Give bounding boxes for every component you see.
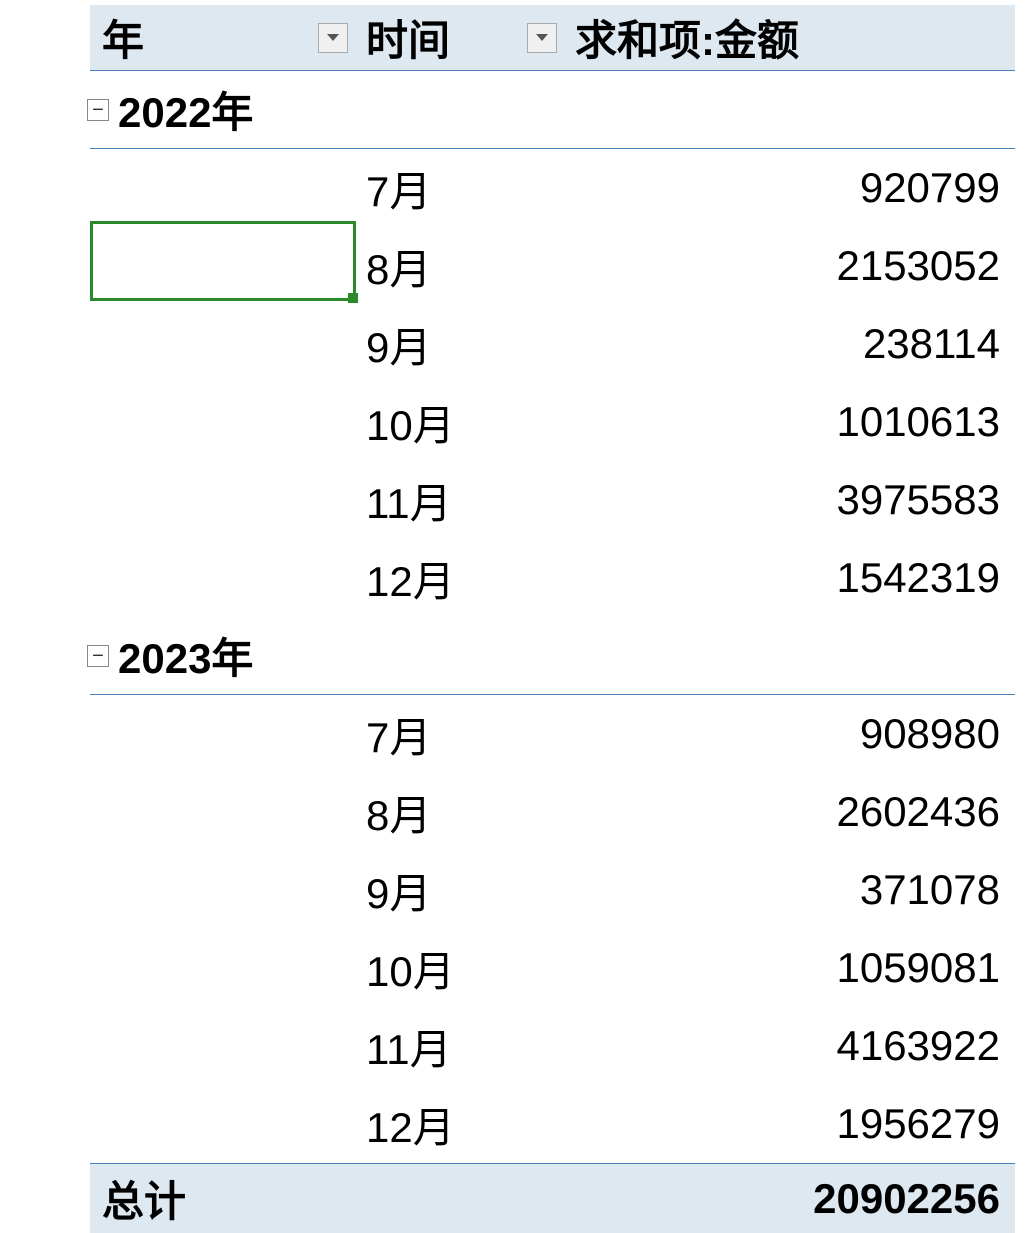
time-cell[interactable]: 11月 (356, 1016, 565, 1077)
value-cell[interactable]: 1956279 (565, 1100, 1015, 1148)
total-label: 总计 (90, 1168, 565, 1229)
time-cell[interactable]: 12月 (356, 548, 565, 609)
table-row[interactable]: 8月 2602436 (90, 773, 1015, 851)
table-row[interactable]: 8月 2153052 (90, 227, 1015, 305)
table-row[interactable]: 7月 908980 (90, 695, 1015, 773)
time-cell[interactable]: 9月 (356, 860, 565, 921)
pivot-table: 年 时间 求和项:金额 − 2022年 7月 920799 8月 2153052… (90, 5, 1015, 1233)
collapse-icon[interactable]: − (87, 99, 109, 121)
time-cell[interactable]: 10月 (356, 392, 565, 453)
value-cell[interactable]: 1010613 (565, 398, 1015, 446)
table-row[interactable]: 9月 371078 (90, 851, 1015, 929)
header-row: 年 时间 求和项:金额 (90, 5, 1015, 71)
value-cell[interactable]: 1542319 (565, 554, 1015, 602)
time-cell[interactable]: 7月 (356, 704, 565, 765)
table-row[interactable]: 7月 920799 (90, 149, 1015, 227)
header-sum-label: 求和项:金额 (575, 7, 799, 68)
time-cell[interactable]: 8月 (356, 236, 565, 297)
header-year[interactable]: 年 (90, 5, 356, 70)
total-value: 20902256 (565, 1175, 1015, 1223)
time-cell[interactable]: 7月 (356, 158, 565, 219)
group-label: 2022年 (90, 79, 253, 140)
value-cell[interactable]: 238114 (565, 320, 1015, 368)
header-time[interactable]: 时间 (356, 5, 565, 70)
dropdown-icon[interactable] (318, 23, 348, 53)
table-row[interactable]: 10月 1010613 (90, 383, 1015, 461)
table-row[interactable]: 10月 1059081 (90, 929, 1015, 1007)
header-year-label: 年 (102, 7, 144, 68)
group-row-2022[interactable]: − 2022年 (90, 71, 1015, 149)
time-cell[interactable]: 8月 (356, 782, 565, 843)
group-label: 2023年 (90, 625, 253, 686)
group-row-2023[interactable]: − 2023年 (90, 617, 1015, 695)
value-cell[interactable]: 908980 (565, 710, 1015, 758)
collapse-icon[interactable]: − (87, 645, 109, 667)
value-cell[interactable]: 2153052 (565, 242, 1015, 290)
value-cell[interactable]: 4163922 (565, 1022, 1015, 1070)
table-row[interactable]: 9月 238114 (90, 305, 1015, 383)
table-row[interactable]: 12月 1542319 (90, 539, 1015, 617)
table-row[interactable]: 11月 4163922 (90, 1007, 1015, 1085)
time-cell[interactable]: 9月 (356, 314, 565, 375)
time-cell[interactable]: 10月 (356, 938, 565, 999)
value-cell[interactable]: 1059081 (565, 944, 1015, 992)
table-row[interactable]: 11月 3975583 (90, 461, 1015, 539)
value-cell[interactable]: 371078 (565, 866, 1015, 914)
dropdown-icon[interactable] (527, 23, 557, 53)
header-time-label: 时间 (366, 7, 450, 68)
header-sum[interactable]: 求和项:金额 (565, 5, 1015, 70)
time-cell[interactable]: 11月 (356, 470, 565, 531)
time-cell[interactable]: 12月 (356, 1094, 565, 1155)
value-cell[interactable]: 920799 (565, 164, 1015, 212)
table-row[interactable]: 12月 1956279 (90, 1085, 1015, 1163)
value-cell[interactable]: 2602436 (565, 788, 1015, 836)
value-cell[interactable]: 3975583 (565, 476, 1015, 524)
total-row[interactable]: 总计 20902256 (90, 1163, 1015, 1233)
